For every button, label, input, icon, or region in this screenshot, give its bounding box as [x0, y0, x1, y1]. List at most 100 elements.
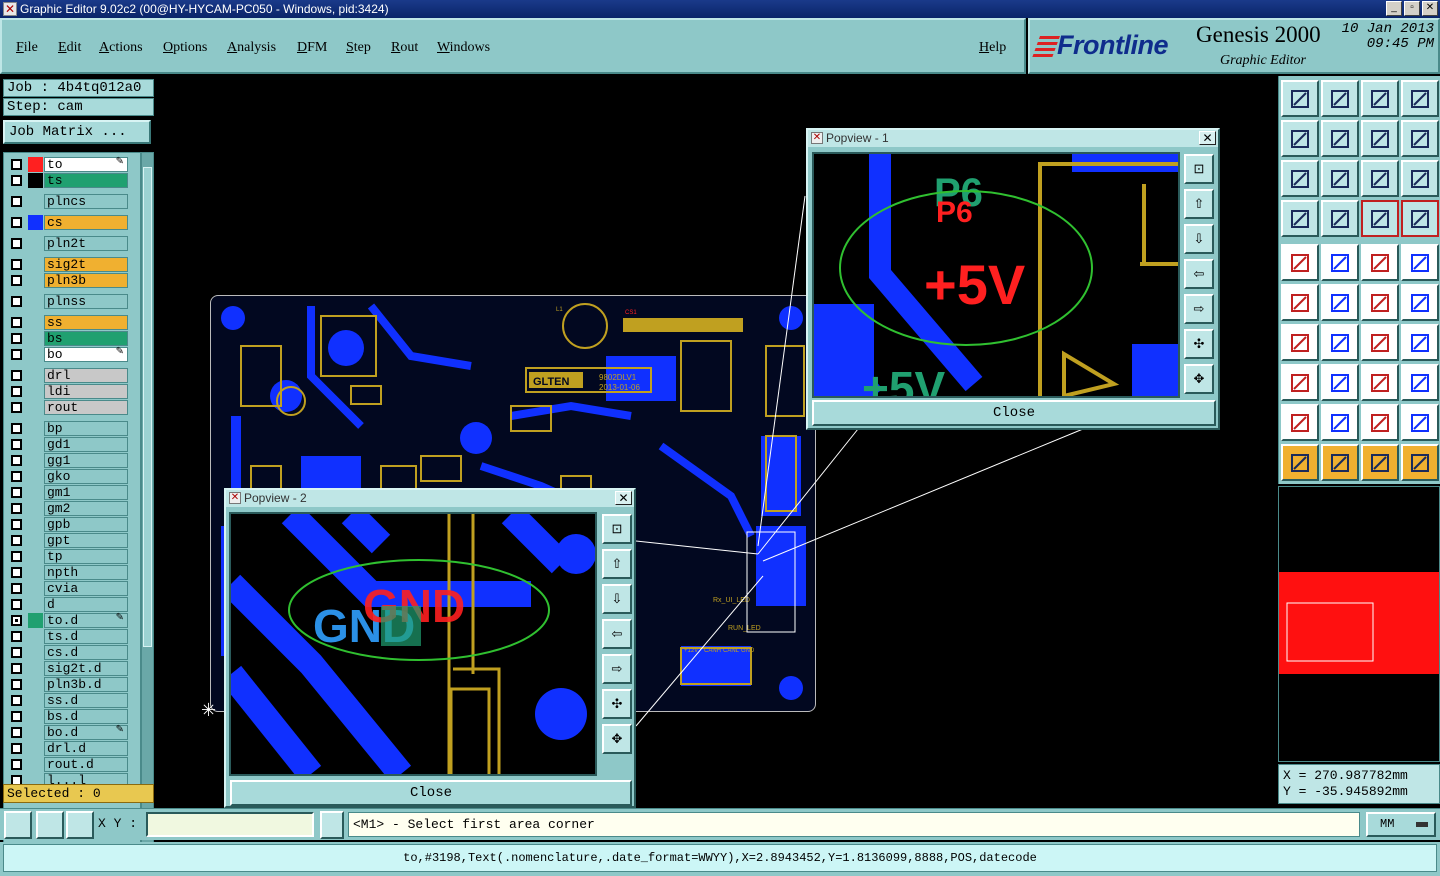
menu-windows[interactable]: Windows	[437, 40, 490, 56]
layer-row[interactable]: sig2t.d	[7, 661, 128, 676]
layer-name[interactable]: plnss	[44, 294, 128, 309]
grid-icon[interactable]	[66, 811, 94, 839]
layer-row[interactable]: drl.d	[7, 741, 128, 756]
horizontal-line-icon[interactable]	[1321, 364, 1359, 401]
units-select[interactable]: MM	[1366, 812, 1436, 837]
measure-icon[interactable]	[36, 811, 64, 839]
pan-left-icon[interactable]	[1281, 120, 1319, 157]
layer-row[interactable]: bo ✎	[7, 346, 128, 362]
layer-color-swatch[interactable]	[28, 157, 43, 172]
layer-row[interactable]: gpt	[7, 533, 128, 548]
menu-file[interactable]: File	[16, 40, 38, 56]
scale-1-2-icon[interactable]	[1361, 160, 1399, 197]
layer-row[interactable]: gm1	[7, 485, 128, 500]
arc-rotate-icon[interactable]	[1361, 324, 1399, 361]
layer-checkbox[interactable]	[11, 631, 22, 642]
layer-row[interactable]: pln3b	[7, 273, 128, 288]
layer-name[interactable]: bs.d	[44, 709, 128, 724]
layer-checkbox[interactable]	[11, 471, 22, 482]
layer-name[interactable]: cs	[44, 215, 128, 230]
pv2-zoom-in-icon[interactable]: ✣	[602, 689, 632, 719]
snap-icon[interactable]	[4, 811, 32, 839]
layer-color-swatch[interactable]	[28, 613, 43, 628]
layer-row[interactable]: bs	[7, 331, 128, 346]
layer-row[interactable]: rout.d	[7, 757, 128, 772]
pv1-pan-right-icon[interactable]: ⇨	[1184, 294, 1214, 324]
layer-name[interactable]: plncs	[44, 194, 128, 209]
pad-line-icon[interactable]	[1281, 364, 1319, 401]
layer-name[interactable]: gg1	[44, 453, 128, 468]
popview-1-view[interactable]: P6 P6 +5V +5V	[812, 152, 1180, 398]
layer-checkbox[interactable]	[11, 275, 22, 286]
split-view-icon[interactable]	[1401, 80, 1439, 117]
layer-row[interactable]: ts	[7, 173, 128, 188]
layer-checkbox[interactable]	[11, 349, 22, 360]
menu-help[interactable]: Help	[979, 40, 1006, 56]
layer-name[interactable]: rout	[44, 400, 128, 415]
layer-checkbox[interactable]	[11, 402, 22, 413]
pan-right-icon[interactable]	[1321, 120, 1359, 157]
layer-row[interactable]: bp	[7, 421, 128, 436]
layer-name[interactable]: tp	[44, 549, 128, 564]
popview-2-close-icon[interactable]: ✕	[615, 491, 632, 505]
job-matrix-button[interactable]: Job Matrix ...	[3, 120, 151, 144]
menu-analysis[interactable]: Analysis	[227, 40, 276, 56]
layer-name[interactable]: sig2t	[44, 257, 128, 272]
pv1-pan-up-icon[interactable]: ⇧	[1184, 189, 1214, 219]
info-icon[interactable]	[320, 811, 344, 839]
layer-color-swatch[interactable]	[28, 173, 43, 188]
layer-checkbox[interactable]	[11, 695, 22, 706]
layer-row[interactable]: npth	[7, 565, 128, 580]
layer-name[interactable]: pln2t	[44, 236, 128, 251]
minimize-button[interactable]: _	[1386, 1, 1402, 16]
layer-checkbox[interactable]	[11, 647, 22, 658]
overview-map[interactable]	[1278, 486, 1440, 762]
delete-node-icon[interactable]	[1321, 284, 1359, 321]
text-feature-icon[interactable]	[1401, 324, 1439, 361]
layer-scrollbar[interactable]	[141, 152, 154, 855]
layer-row[interactable]: d	[7, 597, 128, 612]
layer-name[interactable]: gd1	[44, 437, 128, 452]
layer-row[interactable]: rout	[7, 400, 128, 415]
layer-name[interactable]: d	[44, 597, 128, 612]
round-pad-icon[interactable]	[1401, 244, 1439, 281]
pv2-zoom-out-icon[interactable]: ✥	[602, 724, 632, 754]
layer-row[interactable]: ldi	[7, 384, 128, 399]
layer-checkbox[interactable]	[11, 423, 22, 434]
layer-color-swatch[interactable]	[28, 215, 43, 230]
layer-name[interactable]: ts.d	[44, 629, 128, 644]
layer-checkbox[interactable]	[11, 487, 22, 498]
triangle-outline-icon[interactable]	[1321, 404, 1359, 441]
layer-checkbox[interactable]	[11, 217, 22, 228]
zoom-home-icon[interactable]	[1281, 80, 1319, 117]
layer-checkbox[interactable]	[11, 175, 22, 186]
ruler-scale-icon[interactable]	[1361, 244, 1399, 281]
pv1-zoom-out-icon[interactable]: ✥	[1184, 364, 1214, 394]
layer-checkbox[interactable]	[11, 759, 22, 770]
select-box-icon[interactable]	[1321, 444, 1359, 481]
angle-line-icon[interactable]	[1281, 324, 1319, 361]
help-query-icon[interactable]	[1401, 160, 1439, 197]
center-icon[interactable]	[1321, 160, 1359, 197]
layer-name[interactable]: ts	[44, 173, 128, 188]
layer-row[interactable]: gpb	[7, 517, 128, 532]
scroll-thumb[interactable]	[143, 167, 152, 647]
layer-name[interactable]: rout.d	[44, 757, 128, 772]
layer-name[interactable]: gpb	[44, 517, 128, 532]
layer-row[interactable]: gd1	[7, 437, 128, 452]
group-icon[interactable]	[1401, 364, 1439, 401]
layer-row[interactable]: to.d ✎	[7, 612, 128, 628]
popview-2-close-button[interactable]: Close	[230, 780, 632, 806]
layer-checkbox[interactable]	[11, 386, 22, 397]
menu-options[interactable]: Options	[163, 40, 207, 56]
layer-checkbox[interactable]	[11, 196, 22, 207]
layer-name[interactable]: bp	[44, 421, 128, 436]
pv2-pan-up-icon[interactable]: ⇧	[602, 549, 632, 579]
layer-name[interactable]: cs.d	[44, 645, 128, 660]
move-node-icon[interactable]	[1361, 284, 1399, 321]
layer-row[interactable]: plnss	[7, 294, 128, 309]
layer-row[interactable]: cs.d	[7, 645, 128, 660]
layer-row[interactable]: ss	[7, 315, 128, 330]
layer-row[interactable]: bo.d ✎	[7, 724, 128, 740]
maximize-button[interactable]: ▫	[1404, 1, 1420, 16]
